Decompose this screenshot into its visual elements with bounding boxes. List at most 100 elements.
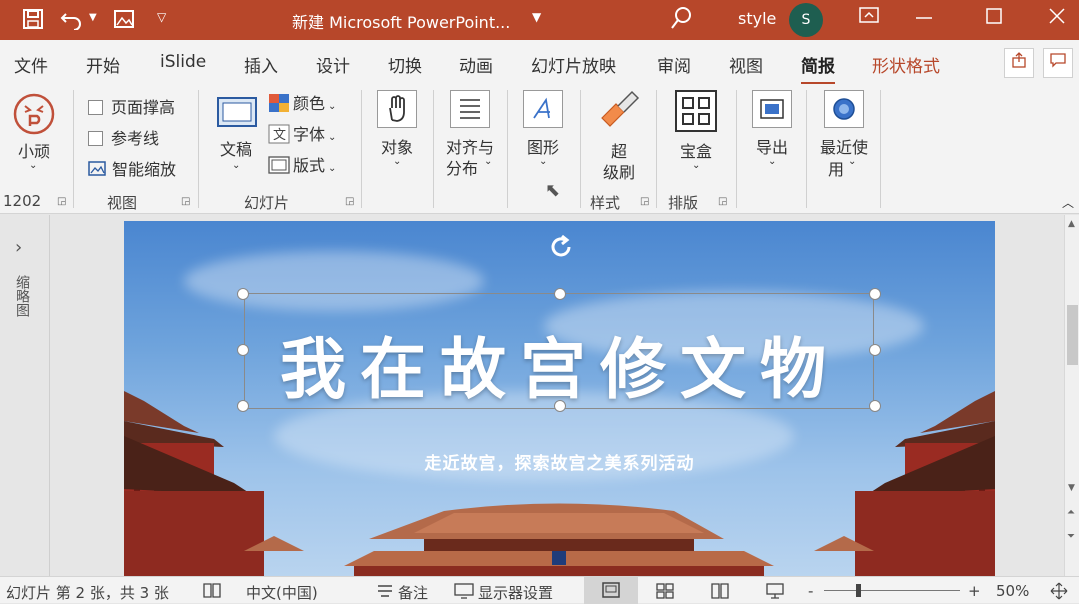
tab-insert[interactable]: 插入 bbox=[244, 52, 278, 77]
slide-info[interactable]: 幻灯片 第 2 张，共 3 张 bbox=[6, 582, 169, 603]
resize-handle-right[interactable] bbox=[869, 344, 881, 356]
undo-dropdown-icon[interactable]: ▼ bbox=[89, 12, 97, 23]
xiaowan-dropdown-icon[interactable]: ⌄ bbox=[29, 160, 37, 171]
resize-handle-left[interactable] bbox=[237, 344, 249, 356]
recent-icon[interactable] bbox=[824, 90, 864, 128]
treasure-dropdown-icon[interactable]: ⌄ bbox=[692, 160, 700, 171]
format-painter-label-2[interactable]: 级刷 bbox=[603, 159, 635, 183]
reading-view-icon[interactable] bbox=[710, 582, 730, 604]
language-label[interactable]: 中文(中国) bbox=[246, 582, 318, 603]
zoom-level[interactable]: 50% bbox=[996, 582, 1029, 600]
tab-slideshow[interactable]: 幻灯片放映 bbox=[531, 52, 616, 77]
display-settings-icon[interactable] bbox=[454, 582, 474, 603]
align-label-2[interactable]: 分布 bbox=[446, 155, 478, 179]
next-slide-icon[interactable]: ⏷ bbox=[1067, 531, 1075, 542]
notes-icon[interactable] bbox=[376, 582, 394, 603]
slide-title[interactable]: 我在故宫修文物 bbox=[245, 316, 875, 412]
group-launcher-icon[interactable]: ◲ bbox=[640, 196, 649, 207]
tab-shape-format[interactable]: 形状格式 bbox=[872, 52, 940, 77]
treasure-box-icon[interactable] bbox=[675, 90, 717, 132]
resize-handle-bottom-left[interactable] bbox=[237, 400, 249, 412]
normal-view-button[interactable] bbox=[584, 577, 638, 604]
zoom-slider-thumb[interactable] bbox=[856, 584, 861, 597]
export-label[interactable]: 导出 bbox=[756, 134, 788, 158]
align-dropdown-icon[interactable]: ⌄ bbox=[484, 156, 492, 167]
resize-handle-bottom-right[interactable] bbox=[869, 400, 881, 412]
page-fit-checkbox[interactable]: 页面撑高 bbox=[88, 94, 175, 118]
group-launcher-icon[interactable]: ◲ bbox=[718, 196, 727, 207]
draft-label[interactable]: 文稿 bbox=[220, 136, 252, 160]
slideshow-icon[interactable] bbox=[765, 582, 785, 604]
align-icon[interactable] bbox=[450, 90, 490, 128]
export-icon[interactable] bbox=[752, 90, 792, 128]
picture-icon[interactable] bbox=[113, 8, 135, 35]
tab-transitions[interactable]: 切换 bbox=[388, 52, 422, 77]
zoom-in-button[interactable]: + bbox=[968, 582, 981, 600]
checkbox-icon[interactable] bbox=[88, 131, 103, 146]
color-button[interactable]: 颜色 ⌄ bbox=[268, 90, 336, 114]
tab-jianbao[interactable]: 简报 bbox=[801, 52, 835, 85]
minimize-icon[interactable] bbox=[909, 6, 939, 31]
treasure-label[interactable]: 宝盒 bbox=[680, 138, 712, 162]
font-button[interactable]: 文字体 ⌄ bbox=[268, 121, 336, 145]
group-launcher-icon[interactable]: ◲ bbox=[345, 196, 354, 207]
layout-button[interactable]: 版式 ⌄ bbox=[268, 152, 336, 176]
xiaowan-label[interactable]: 小顽 bbox=[18, 138, 50, 162]
format-painter-icon[interactable] bbox=[598, 90, 640, 130]
user-name[interactable]: style bbox=[738, 9, 776, 28]
shape-dropdown-icon[interactable]: ⌄ bbox=[539, 156, 547, 167]
resize-handle-top-left[interactable] bbox=[237, 288, 249, 300]
scroll-down-icon[interactable]: ▼ bbox=[1068, 483, 1075, 493]
rotate-handle-icon[interactable] bbox=[547, 233, 575, 261]
resize-handle-top[interactable] bbox=[554, 288, 566, 300]
smart-zoom-button[interactable]: 智能缩放 bbox=[88, 156, 176, 180]
fit-to-window-icon[interactable] bbox=[1050, 582, 1068, 604]
share-icon[interactable] bbox=[1004, 48, 1034, 78]
undo-icon[interactable] bbox=[60, 8, 84, 35]
display-settings-button[interactable]: 显示器设置 bbox=[478, 582, 553, 603]
maximize-icon[interactable] bbox=[979, 6, 1009, 31]
title-dropdown-icon[interactable]: ▼ bbox=[532, 10, 541, 24]
previous-slide-icon[interactable]: ⏶ bbox=[1067, 507, 1075, 518]
tab-islide[interactable]: iSlide bbox=[160, 52, 206, 72]
tab-file[interactable]: 文件 bbox=[14, 52, 48, 77]
spellcheck-icon[interactable] bbox=[202, 582, 222, 603]
expand-thumbnails-icon[interactable]: › bbox=[15, 237, 22, 258]
xiaowan-logo-icon[interactable] bbox=[12, 92, 56, 136]
recent-dropdown-icon[interactable]: ⌄ bbox=[848, 156, 856, 167]
draft-dropdown-icon[interactable]: ⌄ bbox=[232, 160, 240, 171]
shape-label[interactable]: 图形 bbox=[527, 134, 559, 158]
slide[interactable]: 我在故宫修文物 走近故宫，探索故宫之美系列活动 bbox=[124, 221, 995, 576]
tab-home[interactable]: 开始 bbox=[86, 52, 120, 77]
object-dropdown-icon[interactable]: ⌄ bbox=[393, 156, 401, 167]
close-icon[interactable] bbox=[1042, 6, 1072, 31]
recent-label-2[interactable]: 用 bbox=[828, 156, 844, 180]
notes-button[interactable]: 备注 bbox=[398, 582, 428, 603]
tab-animations[interactable]: 动画 bbox=[459, 52, 493, 77]
vertical-scrollbar[interactable]: ▲ ▼ ⏶ ⏷ bbox=[1064, 215, 1079, 576]
search-icon[interactable] bbox=[670, 6, 692, 35]
slide-sorter-icon[interactable] bbox=[655, 582, 675, 604]
guides-checkbox[interactable]: 参考线 bbox=[88, 125, 159, 149]
resize-handle-bottom[interactable] bbox=[554, 400, 566, 412]
tab-view[interactable]: 视图 bbox=[729, 52, 763, 77]
customize-toolbar-icon[interactable]: ▽ bbox=[157, 10, 166, 24]
collapse-ribbon-icon[interactable]: ︿ bbox=[1062, 194, 1074, 211]
zoom-out-button[interactable]: - bbox=[808, 582, 813, 600]
scroll-up-icon[interactable]: ▲ bbox=[1068, 219, 1075, 229]
object-label[interactable]: 对象 bbox=[381, 134, 413, 158]
resize-handle-top-right[interactable] bbox=[869, 288, 881, 300]
recent-label[interactable]: 最近使 bbox=[820, 134, 868, 158]
tab-design[interactable]: 设计 bbox=[316, 52, 350, 77]
export-dropdown-icon[interactable]: ⌄ bbox=[768, 156, 776, 167]
thumbnails-label[interactable]: 缩略图 bbox=[12, 275, 32, 317]
shape-icon[interactable] bbox=[523, 90, 563, 128]
group-launcher-icon[interactable]: ◲ bbox=[57, 196, 66, 207]
draft-icon[interactable] bbox=[216, 94, 258, 128]
group-launcher-icon[interactable]: ◲ bbox=[181, 196, 190, 207]
save-icon[interactable] bbox=[22, 8, 44, 35]
slide-subtitle[interactable]: 走近故宫，探索故宫之美系列活动 bbox=[124, 449, 995, 474]
zoom-slider[interactable] bbox=[824, 590, 960, 591]
tab-review[interactable]: 审阅 bbox=[657, 52, 691, 77]
scrollbar-thumb[interactable] bbox=[1067, 305, 1078, 365]
